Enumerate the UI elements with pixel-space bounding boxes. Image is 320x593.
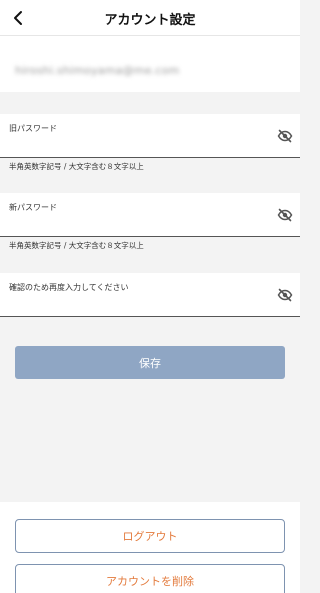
confirm-password-field[interactable]: 確認のため再度入力してください	[0, 273, 300, 317]
page-title: アカウント設定	[104, 13, 196, 28]
old-password-field[interactable]: 旧パスワード	[0, 114, 300, 158]
account-actions: ログアウト アカウントを削除	[0, 502, 300, 593]
save-button[interactable]: 保存	[15, 346, 285, 379]
logout-button[interactable]: ログアウト	[15, 519, 285, 553]
new-password-hint: 半角英数字記号 / 大文字含む８文字以上	[9, 241, 144, 250]
eye-off-icon[interactable]	[277, 287, 293, 303]
new-password-field[interactable]: 新パスワード	[0, 193, 300, 237]
delete-account-button[interactable]: アカウントを削除	[15, 564, 285, 593]
eye-off-icon[interactable]	[277, 207, 293, 223]
email-section: hiroshi.shimoyama@me.com	[0, 36, 300, 92]
top-bar: アカウント設定	[0, 0, 300, 36]
old-password-hint: 半角英数字記号 / 大文字含む８文字以上	[9, 162, 144, 171]
eye-off-icon[interactable]	[277, 128, 293, 144]
account-email: hiroshi.shimoyama@me.com	[15, 64, 180, 77]
old-password-label: 旧パスワード	[9, 124, 57, 133]
confirm-password-label: 確認のため再度入力してください	[9, 283, 129, 292]
new-password-label: 新パスワード	[9, 203, 57, 212]
